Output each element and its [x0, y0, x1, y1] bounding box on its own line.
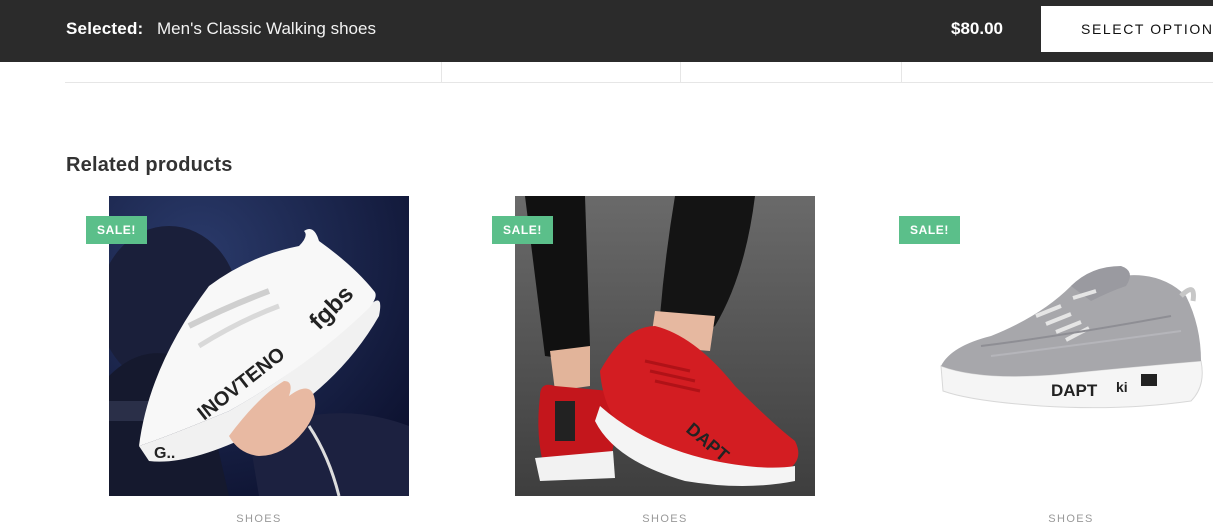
sale-badge: SALE! — [86, 216, 147, 244]
table-divider — [441, 62, 442, 82]
related-products-title: Related products — [66, 154, 233, 176]
table-divider — [680, 62, 681, 82]
grey-sneaker-image: DAPT ki — [921, 196, 1213, 496]
related-product-2[interactable]: DAPT — [515, 196, 815, 496]
sticky-add-to-cart-bar: Selected: Men's Classic Walking shoes $8… — [0, 0, 1213, 62]
sale-badge: SALE! — [899, 216, 960, 244]
select-options-button[interactable]: SELECT OPTIONS — [1041, 6, 1213, 52]
product-category-link[interactable]: SHOES — [515, 513, 815, 525]
related-product-1[interactable]: INOVTENO fgbs G.. — [109, 196, 409, 496]
product-category-link[interactable]: SHOES — [921, 513, 1213, 525]
red-sneaker-image: DAPT — [515, 196, 815, 496]
selected-product-name: Men's Classic Walking shoes — [157, 19, 376, 38]
attributes-table-row — [65, 62, 1213, 83]
product-category-link[interactable]: SHOES — [109, 513, 409, 525]
sale-badge: SALE! — [492, 216, 553, 244]
table-divider — [901, 62, 902, 82]
svg-text:DAPT: DAPT — [1051, 381, 1098, 400]
related-product-3[interactable]: DAPT ki — [921, 196, 1213, 496]
selected-label: Selected: — [66, 19, 144, 38]
product-price: $80.00 — [951, 19, 1003, 38]
svg-text:ki: ki — [1116, 379, 1128, 395]
svg-text:G..: G.. — [154, 445, 175, 462]
white-sneaker-image: INOVTENO fgbs G.. — [109, 196, 409, 496]
